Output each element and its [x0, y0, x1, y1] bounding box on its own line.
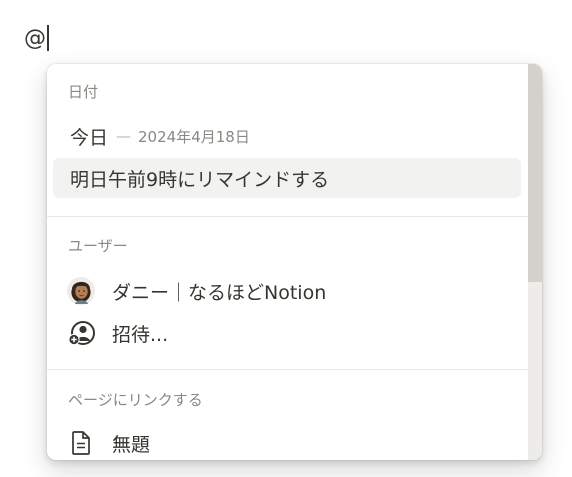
menu-item-today[interactable]: 今日 — 2024年4月18日: [53, 116, 521, 156]
editor-line[interactable]: @: [24, 23, 49, 53]
menu-item-untitled-page[interactable]: 無題: [53, 423, 521, 460]
section-divider: [47, 369, 528, 370]
invite-label: 招待...: [112, 323, 169, 346]
page-section-header: ページにリンクする: [68, 391, 203, 409]
untitled-page-label: 無題: [112, 433, 151, 456]
menu-item-invite[interactable]: 招待...: [53, 313, 521, 353]
mention-menu: 日付 今日 — 2024年4月18日 明日午前9時にリマインドする ユーザー ダ…: [47, 64, 542, 460]
section-divider: [47, 216, 528, 217]
menu-item-user-danny[interactable]: ダニー｜なるほどNotion: [53, 271, 521, 311]
remind-tomorrow-label: 明日午前9時にリマインドする: [70, 168, 330, 191]
mention-menu-list: 日付 今日 — 2024年4月18日 明日午前9時にリマインドする ユーザー ダ…: [47, 64, 528, 460]
today-date-hint: 2024年4月18日: [138, 127, 250, 146]
document-icon: [66, 428, 96, 458]
today-label: 今日: [70, 126, 109, 149]
scrollbar-thumb[interactable]: [528, 64, 542, 282]
user-section-header: ユーザー: [68, 237, 128, 255]
dash-separator: —: [116, 127, 132, 145]
scrollbar-track[interactable]: [528, 64, 542, 460]
invite-user-icon: [66, 318, 96, 348]
text-caret: [47, 25, 49, 51]
user-avatar-icon: [66, 276, 96, 306]
date-section-header: 日付: [68, 83, 99, 101]
menu-item-remind-tomorrow[interactable]: 明日午前9時にリマインドする: [53, 158, 521, 198]
typed-text: @: [24, 25, 46, 51]
user-danny-label: ダニー｜なるほどNotion: [112, 281, 327, 304]
